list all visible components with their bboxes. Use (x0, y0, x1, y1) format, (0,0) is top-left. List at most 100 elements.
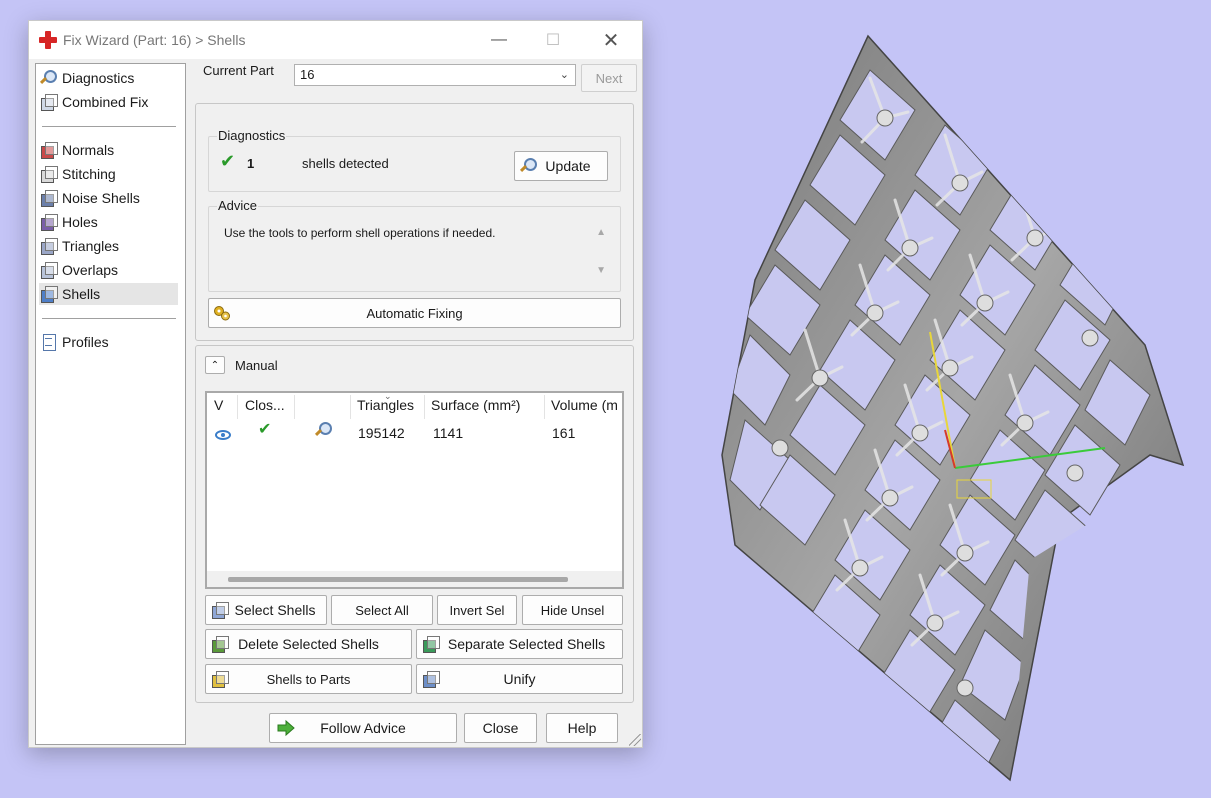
sidebar-item-noise-shells[interactable]: Noise Shells (39, 187, 178, 209)
follow-advice-label: Follow Advice (320, 720, 406, 736)
hide-unselected-button[interactable]: Hide Unsel (522, 595, 623, 625)
magnifier-icon (519, 157, 537, 175)
column-header-triangles[interactable]: Triangles (357, 397, 414, 413)
update-label: Update (545, 158, 591, 174)
select-shells-label: Select Shells (234, 602, 316, 618)
double-chevron-up-icon: ⌃ (210, 359, 220, 371)
sidebar: Diagnostics Combined Fix Normals Stitchi… (35, 63, 186, 745)
delete-shells-icon (210, 635, 229, 653)
column-separator (294, 395, 295, 419)
sidebar-item-label: Profiles (62, 334, 109, 350)
automatic-fixing-label: Automatic Fixing (366, 305, 463, 321)
separate-shells-icon (421, 635, 440, 653)
current-part-select[interactable]: 16 ⌄ (294, 64, 576, 86)
close-button[interactable]: Close (464, 713, 537, 743)
resize-grip[interactable] (629, 734, 641, 746)
title-bar[interactable]: Fix Wizard (Part: 16) > Shells — ☐ ✕ (29, 21, 642, 59)
sidebar-item-diagnostics[interactable]: Diagnostics (39, 67, 178, 89)
select-shells-button[interactable]: Select Shells (205, 595, 327, 625)
select-all-button[interactable]: Select All (331, 595, 433, 625)
column-header-surface[interactable]: Surface (mm²) (431, 397, 520, 413)
cube-icon (39, 93, 58, 111)
gears-icon (214, 306, 230, 321)
help-button[interactable]: Help (546, 713, 618, 743)
sidebar-item-label: Triangles (62, 238, 120, 254)
separate-selected-shells-label: Separate Selected Shells (447, 636, 606, 652)
fix-wizard-window: Fix Wizard (Part: 16) > Shells — ☐ ✕ Dia… (28, 20, 643, 748)
manual-title: Manual (235, 358, 278, 373)
sidebar-item-label: Overlaps (62, 262, 119, 278)
green-arrow-icon (277, 719, 295, 737)
scrollbar-thumb[interactable] (228, 577, 568, 582)
sidebar-item-holes[interactable]: Holes (39, 211, 178, 233)
chevron-down-icon: ⌄ (559, 69, 569, 81)
checkmark-icon: ✔ (220, 151, 236, 171)
unify-button[interactable]: Unify (416, 664, 623, 694)
window-title: Fix Wizard (Part: 16) > Shells (63, 32, 246, 48)
advice-group-title: Advice (217, 198, 259, 213)
column-separator (544, 395, 545, 419)
scroll-down-arrow-icon[interactable]: ▼ (596, 265, 606, 276)
3d-viewport[interactable] (650, 0, 1211, 798)
invert-selection-button[interactable]: Invert Sel (437, 595, 517, 625)
sidebar-item-stitching[interactable]: Stitching (39, 163, 178, 185)
column-separator (424, 395, 425, 419)
cell-surface: 1141 (433, 425, 464, 441)
sidebar-divider (42, 318, 176, 319)
sidebar-item-label: Stitching (62, 166, 116, 182)
minimize-button[interactable]: — (476, 21, 522, 59)
overlaps-cube-icon (39, 261, 58, 279)
magnifier-icon (39, 69, 57, 87)
diagnostics-status-text: shells detected (302, 156, 389, 171)
sidebar-item-triangles[interactable]: Triangles (39, 235, 178, 257)
sidebar-item-shells[interactable]: Shells (39, 283, 178, 305)
sidebar-item-label: Combined Fix (62, 94, 149, 110)
diagnostics-group-title: Diagnostics (217, 128, 287, 143)
maximize-button[interactable]: ☐ (530, 21, 576, 59)
update-button[interactable]: Update (514, 151, 608, 181)
cell-volume: 161 (552, 425, 576, 441)
unify-label: Unify (503, 671, 536, 687)
shells-to-parts-button[interactable]: Shells to Parts (205, 664, 412, 694)
collapse-button[interactable]: ⌃ (205, 356, 225, 374)
column-header-volume[interactable]: Volume (m (551, 397, 622, 413)
next-button[interactable]: Next (581, 64, 637, 92)
shells-cube-icon (39, 285, 58, 303)
sidebar-item-combined-fix[interactable]: Combined Fix (39, 91, 178, 113)
follow-advice-button[interactable]: Follow Advice (269, 713, 457, 743)
horizontal-scrollbar[interactable] (207, 571, 622, 587)
red-cross-app-icon (39, 31, 57, 49)
delete-selected-shells-button[interactable]: Delete Selected Shells (205, 629, 412, 659)
sidebar-item-profiles[interactable]: Profiles (39, 331, 178, 353)
normals-cube-icon (39, 141, 58, 159)
lattice-part-model (721, 34, 1185, 782)
sidebar-item-label: Holes (62, 214, 98, 230)
select-shells-icon (210, 601, 229, 619)
shells-to-parts-icon (210, 670, 229, 688)
unify-icon (421, 670, 440, 688)
sidebar-item-label: Diagnostics (62, 70, 135, 86)
separate-selected-shells-button[interactable]: Separate Selected Shells (416, 629, 623, 659)
cell-triangles: 195142 (358, 425, 405, 441)
column-separator (237, 395, 238, 419)
inspect-magnifier-icon[interactable] (314, 421, 332, 439)
scroll-up-arrow-icon[interactable]: ▲ (596, 227, 606, 238)
triangles-cube-icon (39, 237, 58, 255)
current-part-value: 16 (300, 67, 315, 82)
visibility-eye-icon[interactable] (215, 427, 231, 443)
column-header-visible[interactable]: V (214, 397, 223, 413)
sidebar-item-normals[interactable]: Normals (39, 139, 178, 161)
sidebar-item-overlaps[interactable]: Overlaps (39, 259, 178, 281)
delete-selected-shells-label: Delete Selected Shells (238, 636, 379, 652)
sidebar-item-label: Normals (62, 142, 115, 158)
column-separator (350, 395, 351, 419)
noise-shells-cube-icon (39, 189, 58, 207)
close-window-button[interactable]: ✕ (588, 21, 634, 59)
shells-table[interactable]: V Clos... ⌄ Triangles Surface (mm²) Volu… (205, 391, 624, 589)
current-part-label: Current Part (203, 63, 274, 78)
automatic-fixing-button[interactable]: Automatic Fixing (208, 298, 621, 328)
shell-count: 1 (247, 156, 255, 171)
closed-checkmark-icon: ✔ (258, 421, 272, 438)
sidebar-item-label: Shells (62, 286, 101, 302)
column-header-closed[interactable]: Clos... (245, 397, 285, 413)
